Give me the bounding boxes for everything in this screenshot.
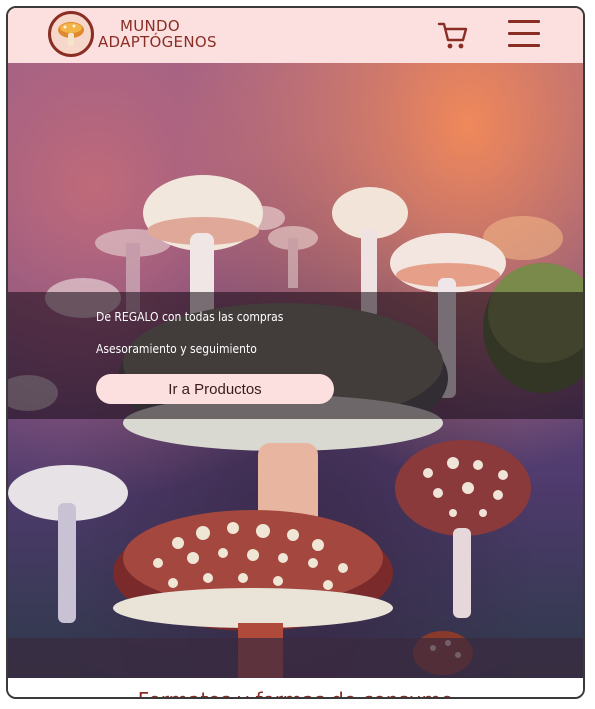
- site-header: MUNDO ADAPTÓGENOS: [8, 8, 583, 63]
- brand-name: MUNDO ADAPTÓGENOS: [98, 18, 217, 50]
- hamburger-menu-icon[interactable]: [508, 20, 540, 50]
- brand-line-2: ADAPTÓGENOS: [98, 33, 217, 51]
- promo-overlay: De REGALO con todas las compras Asesoram…: [8, 292, 583, 419]
- promo-gift-text: De REGALO con todas las compras: [96, 310, 284, 324]
- cart-icon[interactable]: [436, 18, 470, 52]
- formats-section: Formatos y formas de consumo: [8, 678, 583, 697]
- brand-logo[interactable]: MUNDO ADAPTÓGENOS: [48, 11, 217, 57]
- mushroom-logo-icon: [48, 11, 94, 57]
- browser-frame: MUNDO ADAPTÓGENOS De REGALO con todas la…: [6, 6, 585, 699]
- brand-line-1: MUNDO: [120, 17, 180, 35]
- hero-banner: De REGALO con todas las compras Asesoram…: [8, 63, 583, 678]
- promo-support-text: Asesoramiento y seguimiento: [96, 342, 257, 356]
- go-to-products-button[interactable]: Ir a Productos: [96, 374, 334, 404]
- section-heading: Formatos y formas de consumo: [8, 688, 583, 697]
